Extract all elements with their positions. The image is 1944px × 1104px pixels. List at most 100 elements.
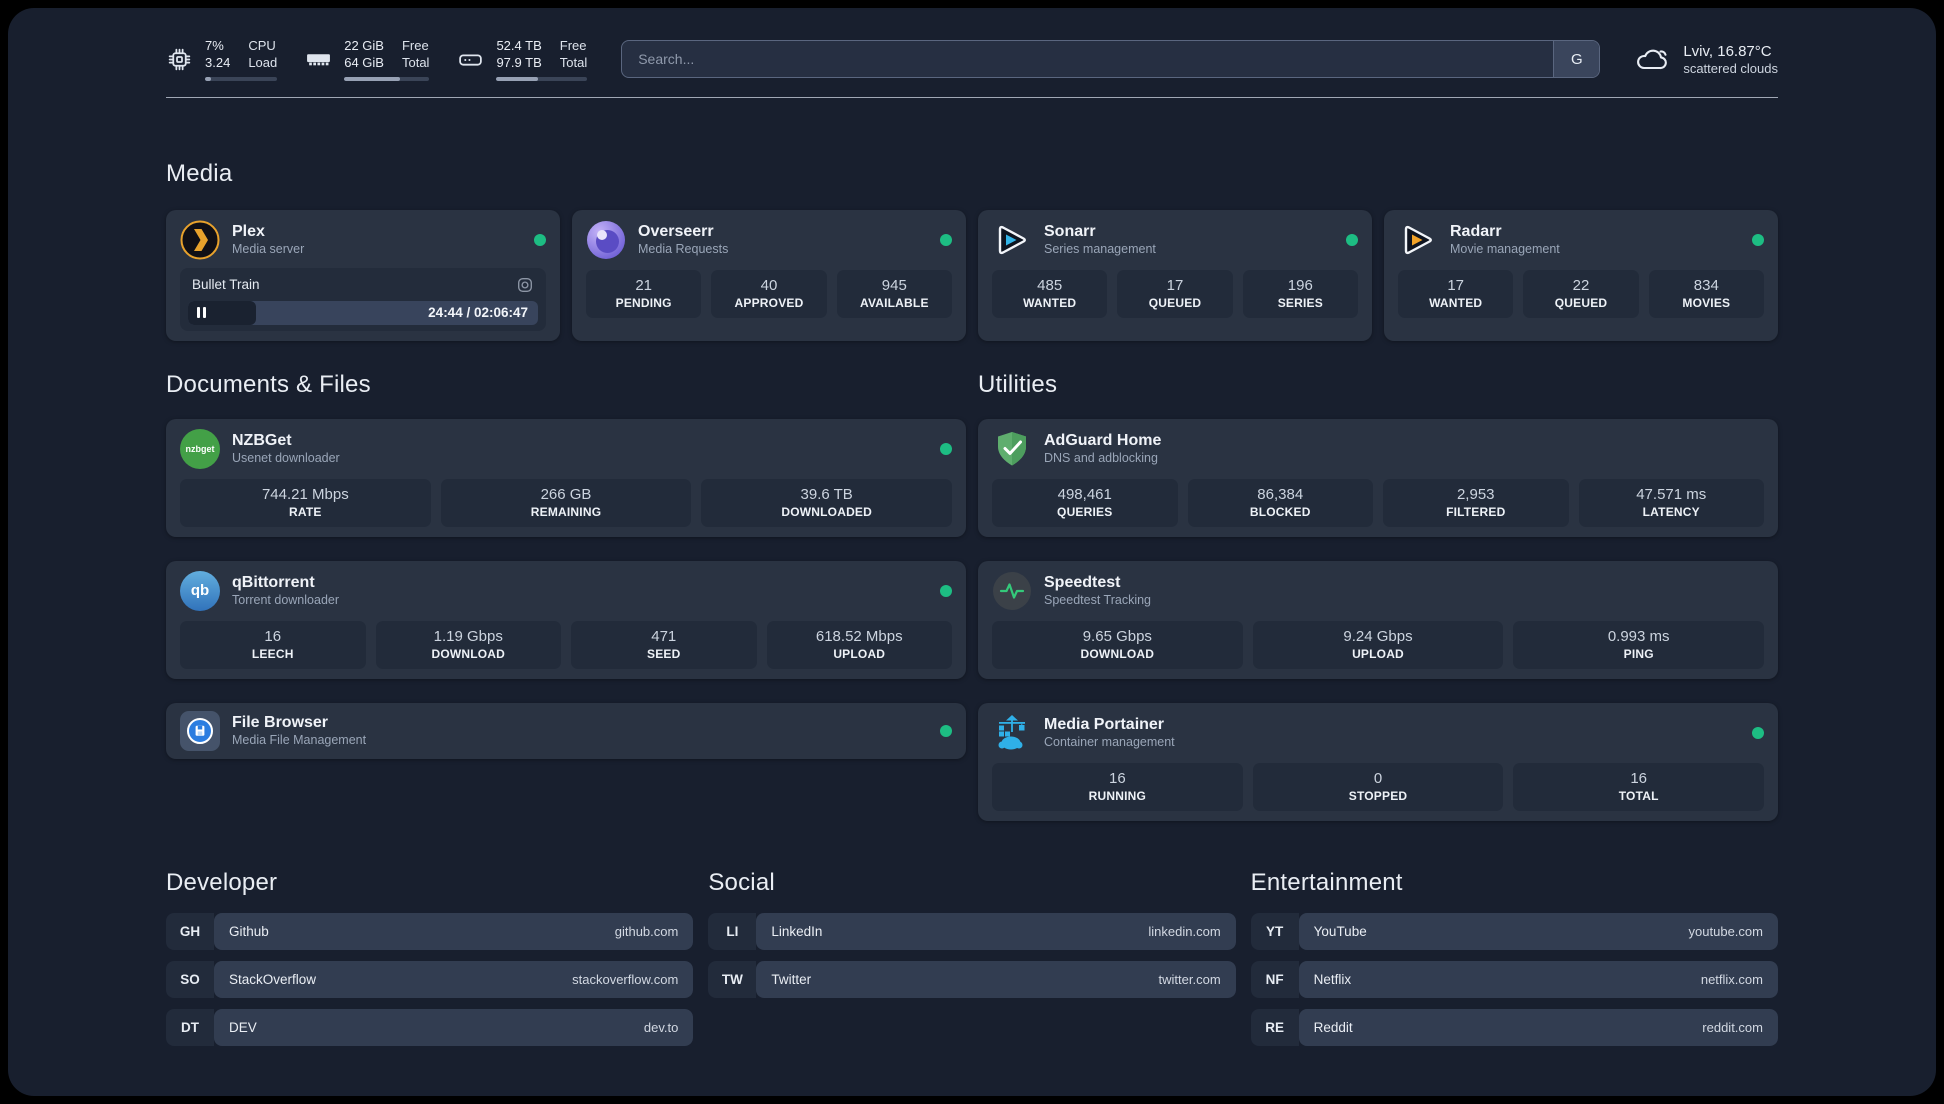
link-netflix[interactable]: NF Netflix netflix.com — [1250, 960, 1778, 998]
app-subtitle: Media File Management — [232, 733, 367, 748]
app-card-adguard-home[interactable]: AdGuard Home DNS and adblocking 498,461 Q… — [978, 418, 1778, 537]
playback-time: 24:44 / 02:06:47 — [428, 305, 528, 321]
app-name: Media Portainer — [1044, 716, 1165, 734]
app-card-file-browser[interactable]: File Browser Media File Management — [166, 702, 966, 759]
stat-tile: 834 MOVIES — [1648, 269, 1764, 318]
app-card-speedtest[interactable]: Speedtest Speedtest Tracking 9.65 Gbps DO… — [978, 560, 1778, 679]
disk-total-label: Total — [559, 54, 588, 70]
top-bar: 7% 3.24 CPU Load 22 GiB 64 GiB Free Total — [166, 38, 1778, 81]
cloud-icon — [1637, 50, 1668, 70]
memory-progress-bar — [344, 76, 430, 81]
app-name: Overseerr — [638, 223, 714, 241]
overseerr-icon — [586, 220, 626, 260]
stat-tile: 16 RUNNING — [992, 762, 1243, 811]
qbittorrent-icon: qb — [180, 570, 220, 611]
app-card-radarr[interactable]: Radarr Movie management 17 WANTED 22 QUEUE… — [1384, 209, 1778, 341]
link-youtube[interactable]: YT YouTube youtube.com — [1250, 912, 1778, 950]
cpu-load-label: Load — [248, 54, 278, 70]
app-card-media-portainer[interactable]: Media Portainer Container management 16 R… — [978, 702, 1778, 821]
link-linkedin[interactable]: LI LinkedIn linkedin.com — [708, 912, 1236, 950]
cpu-label: CPU — [248, 38, 276, 53]
app-name: NZBGet — [232, 432, 292, 450]
app-card-overseerr[interactable]: Overseerr Media Requests 21 PENDING 40 APP… — [572, 209, 966, 341]
stat-tile: 17 WANTED — [1398, 269, 1514, 318]
link-name: Github — [229, 923, 269, 939]
stat-tile: 86,384 BLOCKED — [1187, 478, 1373, 527]
playback-progress-fill — [188, 300, 257, 325]
stat-tile: 40 APPROVED — [711, 269, 827, 318]
link-name: DEV — [229, 1019, 257, 1035]
link-github[interactable]: GH Github github.com — [166, 912, 694, 950]
radarr-icon — [1398, 220, 1438, 260]
header-divider — [166, 96, 1778, 98]
link-reddit[interactable]: RE Reddit reddit.com — [1250, 1008, 1778, 1046]
stat-tile: 471 SEED — [571, 620, 757, 669]
app-name: File Browser — [232, 714, 329, 732]
app-card-sonarr[interactable]: Sonarr Series management 485 WANTED 17 QUE… — [978, 209, 1372, 341]
disk-free: 52.4 TB — [496, 38, 542, 53]
disk-stat: 52.4 TB 97.9 TB Free Total — [457, 38, 588, 81]
status-dot-online — [1346, 233, 1358, 246]
playback-progress-bar[interactable]: 24:44 / 02:06:47 — [188, 300, 538, 325]
app-card-qbittorrent[interactable]: qb qBittorrent Torrent downloader 16 LEEC… — [166, 560, 966, 679]
app-name: Speedtest — [1044, 574, 1121, 592]
stat-tile: 22 QUEUED — [1523, 269, 1639, 318]
plex-icon — [180, 220, 220, 260]
stat-tile: 16 TOTAL — [1513, 762, 1765, 811]
stat-tile: 9.24 Gbps UPLOAD — [1252, 620, 1504, 669]
app-subtitle: Series management — [1044, 242, 1156, 257]
link-abbr: RE — [1250, 1008, 1299, 1046]
link-abbr: DT — [166, 1008, 214, 1046]
link-name: Reddit — [1313, 1019, 1353, 1035]
pause-icon[interactable] — [197, 307, 206, 319]
app-card-plex[interactable]: Plex Media server Bullet Train 24:44 / 0… — [166, 209, 560, 341]
app-name: qBittorrent — [232, 574, 315, 592]
section-developer: Developer GH Github github.com SO StackOv… — [166, 869, 694, 1057]
link-abbr: NF — [1250, 960, 1299, 998]
camera-lens-icon[interactable] — [516, 276, 534, 294]
link-abbr: TW — [708, 960, 757, 998]
stat-tile: 0 STOPPED — [1252, 762, 1504, 811]
cpu-usage: 7% — [205, 38, 224, 53]
status-dot-online — [1752, 726, 1764, 739]
link-url: netflix.com — [1700, 971, 1763, 987]
stat-tile: 618.52 Mbps UPLOAD — [766, 620, 952, 669]
app-subtitle: Media server — [232, 242, 305, 257]
link-abbr: SO — [166, 960, 214, 998]
app-subtitle: Torrent downloader — [232, 593, 340, 608]
memory-icon — [307, 54, 331, 66]
memory-stat: 22 GiB 64 GiB Free Total — [305, 38, 430, 81]
disk-progress-bar — [496, 76, 588, 81]
disk-icon — [459, 54, 483, 66]
search-engine-button[interactable]: G — [1553, 41, 1600, 78]
app-subtitle: Container management — [1044, 735, 1175, 750]
section-social: Social LI LinkedIn linkedin.com TW Twitte… — [708, 869, 1236, 1009]
app-card-nzbget[interactable]: nzbget NZBGet Usenet downloader 744.21 M… — [166, 418, 966, 537]
stat-tile: 945 AVAILABLE — [836, 269, 952, 318]
link-stackoverflow[interactable]: SO StackOverflow stackoverflow.com — [166, 960, 694, 998]
link-name: Twitter — [771, 971, 812, 987]
stat-tile: 2,953 FILTERED — [1383, 478, 1569, 527]
app-name: Sonarr — [1044, 223, 1096, 241]
search-bar[interactable]: G — [621, 40, 1601, 79]
weather-widget[interactable]: Lviv, 16.87°C scattered clouds — [1634, 43, 1778, 76]
stat-tile: 498,461 QUERIES — [992, 478, 1178, 527]
memory-free: 22 GiB — [344, 38, 384, 53]
section-title-media: Media — [166, 159, 233, 187]
stat-tile: 9.65 Gbps DOWNLOAD — [992, 620, 1243, 669]
section-media: Media Plex Media server Bullet Train 24:… — [166, 160, 1778, 341]
app-subtitle: Movie management — [1450, 242, 1560, 257]
link-url: youtube.com — [1688, 923, 1763, 939]
memory-total: 64 GiB — [344, 54, 384, 70]
link-url: twitter.com — [1158, 971, 1221, 987]
app-name: AdGuard Home — [1044, 432, 1162, 450]
stat-tile: 744.21 Mbps RATE — [180, 478, 431, 527]
link-abbr: LI — [708, 912, 757, 950]
link-name: Netflix — [1313, 971, 1352, 987]
stat-tile: 266 GB REMAINING — [440, 478, 692, 527]
stat-tile: 17 QUEUED — [1117, 269, 1233, 318]
link-dev[interactable]: DT DEV dev.to — [166, 1008, 694, 1046]
search-input[interactable] — [622, 41, 1554, 78]
link-url: github.com — [614, 923, 679, 939]
link-twitter[interactable]: TW Twitter twitter.com — [708, 960, 1236, 998]
